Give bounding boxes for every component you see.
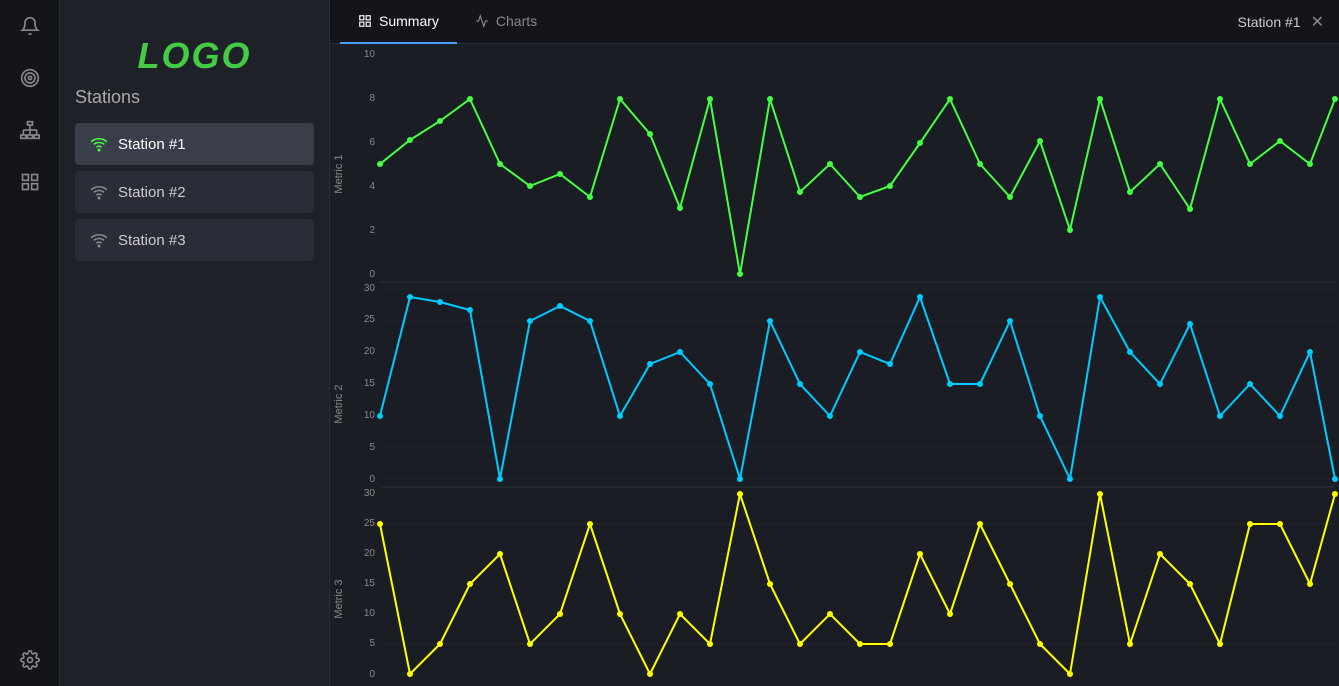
tab-bar: Summary Charts Station #1 ✕ xyxy=(330,0,1339,44)
wifi-icon-3 xyxy=(90,231,108,249)
wifi-icon-2 xyxy=(90,183,108,201)
metric2-ylabel: Metric 2 xyxy=(333,384,345,423)
summary-icon xyxy=(358,14,372,28)
svg-text:20: 20 xyxy=(364,346,376,357)
station-item-3[interactable]: Station #3 xyxy=(75,219,314,261)
settings-icon[interactable] xyxy=(14,644,46,676)
svg-text:0: 0 xyxy=(369,669,375,680)
svg-text:8: 8 xyxy=(369,93,375,104)
svg-text:6: 6 xyxy=(369,137,375,148)
hierarchy-icon[interactable] xyxy=(14,114,46,146)
svg-text:10: 10 xyxy=(364,410,376,421)
target-icon[interactable] xyxy=(14,62,46,94)
svg-text:30: 30 xyxy=(364,283,376,294)
tab-summary[interactable]: Summary xyxy=(340,0,457,44)
sidebar: Stations Station #1 Station #2 Station #… xyxy=(60,0,330,686)
apps-icon[interactable] xyxy=(14,166,46,198)
station-item-2[interactable]: Station #2 xyxy=(75,171,314,213)
svg-text:5: 5 xyxy=(369,638,375,649)
active-station-label: Station #1 xyxy=(1238,14,1301,30)
charts-icon xyxy=(475,14,489,28)
svg-text:4: 4 xyxy=(369,181,375,192)
station-label-1: Station #1 xyxy=(118,136,186,153)
close-tab-button[interactable]: ✕ xyxy=(1311,12,1324,32)
tab-summary-label: Summary xyxy=(379,13,439,29)
sidebar-title: Stations xyxy=(75,87,314,108)
metric3-ylabel: Metric 3 xyxy=(333,579,345,618)
charts-area: Metric 1 0 2 4 6 8 10 xyxy=(330,44,1339,686)
station-item-1[interactable]: Station #1 xyxy=(75,123,314,165)
tab-charts-label: Charts xyxy=(496,13,537,29)
svg-text:5: 5 xyxy=(369,442,375,453)
svg-text:10: 10 xyxy=(364,608,376,619)
svg-text:20: 20 xyxy=(364,548,376,559)
svg-text:0: 0 xyxy=(369,474,375,485)
main-charts-svg: Metric 1 0 2 4 6 8 10 xyxy=(330,44,1339,686)
metric1-ylabel: Metric 1 xyxy=(333,154,345,193)
icon-bar xyxy=(0,0,60,686)
svg-text:0: 0 xyxy=(369,269,375,280)
station-label-3: Station #3 xyxy=(118,232,186,249)
svg-text:15: 15 xyxy=(364,578,376,589)
station-label-2: Station #2 xyxy=(118,184,186,201)
svg-text:25: 25 xyxy=(364,314,376,325)
svg-text:25: 25 xyxy=(364,518,376,529)
svg-text:30: 30 xyxy=(364,488,376,499)
wifi-icon-1 xyxy=(90,135,108,153)
svg-text:15: 15 xyxy=(364,378,376,389)
main-content: Summary Charts Station #1 ✕ Metric 1 xyxy=(330,0,1339,686)
svg-text:10: 10 xyxy=(364,49,376,60)
tab-charts[interactable]: Charts xyxy=(457,0,555,44)
bell-icon[interactable] xyxy=(14,10,46,42)
svg-text:2: 2 xyxy=(369,225,375,236)
